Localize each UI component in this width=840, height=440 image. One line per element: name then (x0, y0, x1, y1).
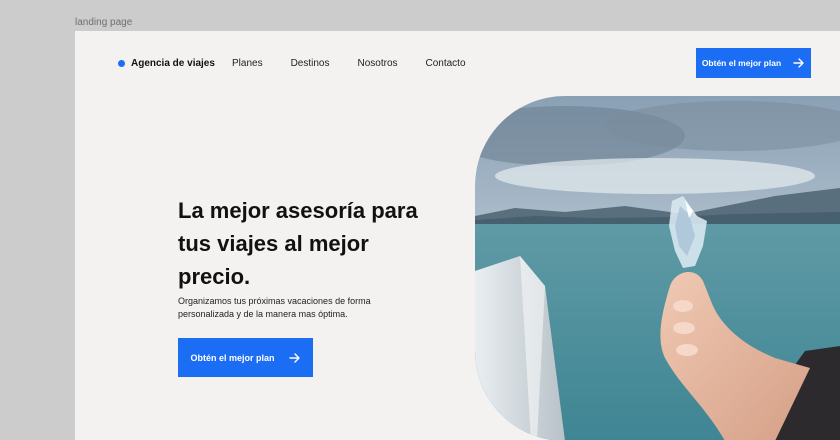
hero-subtitle: Organizamos tus próximas vacaciones de f… (178, 296, 371, 319)
brand-name: Agencia de viajes (131, 58, 215, 69)
brand-logo[interactable]: Agencia de viajes (118, 58, 215, 69)
frame-label: landing page (75, 17, 133, 28)
nav-item-planes[interactable]: Planes (232, 58, 263, 69)
brand-dot-icon (118, 60, 125, 67)
nav-item-destinos[interactable]: Destinos (291, 58, 330, 69)
arrow-right-icon (288, 352, 300, 363)
arrow-right-icon (793, 58, 804, 68)
hero-cta-label: Obtén el mejor plan (190, 352, 275, 363)
hero-title: La mejor asesoría para tus viajes al mej… (178, 198, 418, 289)
landing-artboard: Agencia de viajes Planes Destinos Nosotr… (75, 31, 840, 440)
hero-photo (475, 96, 840, 440)
main-nav: Planes Destinos Nosotros Contacto (232, 58, 494, 69)
header-cta-label: Obtén el mejor plan (701, 58, 782, 68)
nav-item-contacto[interactable]: Contacto (426, 58, 466, 69)
hero-cta-button[interactable]: Obtén el mejor plan (178, 338, 313, 377)
header-cta-button[interactable]: Obtén el mejor plan (696, 48, 811, 78)
nav-item-nosotros[interactable]: Nosotros (357, 58, 397, 69)
